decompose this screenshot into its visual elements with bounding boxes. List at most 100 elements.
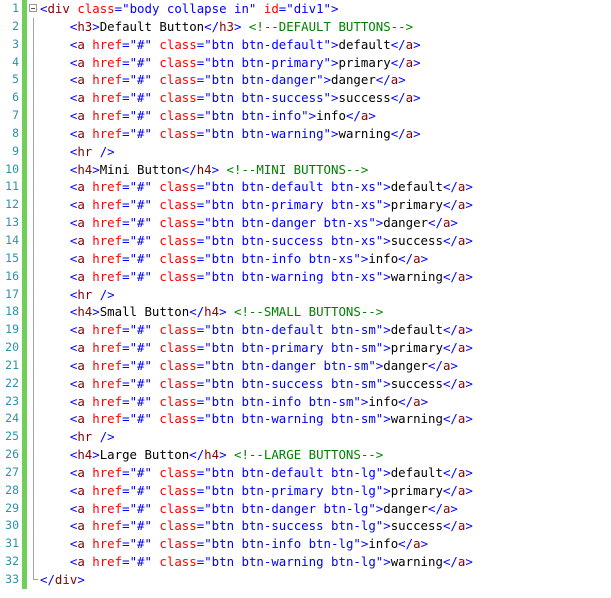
code-line[interactable]: 2 <h3>Default Button</h3> <!--DEFAULT BU… [0,17,611,36]
code-line[interactable]: 33 </div> [0,571,611,589]
code-line[interactable]: 23 <a href="#" class="btn btn-info btn-s… [0,392,611,411]
change-indicator-bar [22,178,27,197]
fold-guide [33,339,34,357]
token-tag: a [405,125,414,141]
code-line[interactable]: 4 <a href="#" class="btn btn-primary">pr… [0,53,611,72]
code-line[interactable]: 9 <hr /> [0,142,611,161]
code-line[interactable]: 30 <a href="#" class="btn btn-success bt… [0,517,611,536]
change-indicator-bar [22,196,27,215]
fold-guide-end [33,571,38,580]
code-line[interactable]: 24 <a href="#" class="btn btn-warning bt… [0,410,611,429]
token-txt: primary [390,197,443,213]
token-tag: a [405,36,414,52]
line-number: 22 [5,375,19,390]
token-txt: default [338,36,391,52]
code-line[interactable]: 22 <a href="#" class="btn btn-success bt… [0,374,611,393]
token-val: "btn btn-success" [204,90,332,106]
token-txt: primary [338,54,391,70]
token-br: > [331,1,339,16]
token-attr: class [159,125,197,141]
token-val: "#" [129,72,152,88]
token-attr: href [92,375,123,391]
code-line[interactable]: 7 <a href="#" class="btn btn-info">info<… [0,107,611,125]
code-editor[interactable]: 1 <div class="body collapse in" id="div1"… [0,0,611,598]
code-line[interactable]: 26 <h4>Large Button</h4> <!--LARGE BUTTO… [0,446,611,464]
line-number: 12 [5,197,19,212]
token-attr: href [92,322,123,338]
token-br: > [383,518,391,534]
code-text: <a href="#" class="btn btn-success btn-x… [40,232,473,250]
code-line[interactable]: 20 <a href="#" class="btn btn-primary bt… [0,339,611,357]
code-line[interactable]: 32 <a href="#" class="btn btn-warning bt… [0,553,611,571]
fold-guide [33,463,34,482]
code-line[interactable]: 15 <a href="#" class="btn btn-info btn-x… [0,249,611,268]
code-line[interactable]: 28 <a href="#" class="btn btn-primary bt… [0,481,611,500]
token-val: "btn btn-success btn-sm" [204,375,384,391]
token-attr: class [159,393,197,409]
token-txt: Large Button [99,447,190,463]
token-br: > [465,482,473,498]
code-line[interactable]: 21 <a href="#" class="btn btn-danger btn… [0,356,611,375]
line-number: 17 [5,286,19,301]
token-val: "#" [129,90,152,106]
token-br: > [465,464,473,480]
token-br: > [450,500,458,516]
token-br: </ [204,18,220,34]
token-attr: href [92,36,123,52]
code-line[interactable]: 10 <h4>Mini Button</h4> <!--MINI BUTTONS… [0,160,611,179]
code-line[interactable]: 17 <hr /> [0,285,611,304]
token-br: > [420,393,429,409]
code-line[interactable]: 31 <a href="#" class="btn btn-info btn-l… [0,535,611,554]
token-txt: success [390,375,443,391]
collapse-icon[interactable] [29,4,37,12]
code-line[interactable]: 19 <a href="#" class="btn btn-default bt… [0,321,611,340]
code-line[interactable]: 25 <hr /> [0,428,611,447]
token-br: </ [398,536,414,552]
code-line[interactable]: 29 <a href="#" class="btn btn-danger btn… [0,499,611,518]
token-val: "btn btn-warning btn-lg" [204,554,384,570]
token-br: </ [428,215,443,231]
code-line[interactable]: 14 <a href="#" class="btn btn-success bt… [0,231,611,250]
line-number: 4 [12,54,19,69]
change-indicator-bar [22,35,27,54]
token-br: </ [390,90,406,106]
token-com: <!--DEFAULT BUTTONS--> [248,18,414,34]
code-text: <a href="#" class="btn btn-danger btn-sm… [40,357,458,375]
token-val: "#" [129,197,152,213]
code-line[interactable]: 6 <a href="#" class="btn btn-success">su… [0,89,611,108]
token-br: > [465,375,473,391]
fold-guide [33,17,34,36]
token-attr: class [159,215,197,231]
token-eq: = [122,357,130,373]
code-line[interactable]: 13 <a href="#" class="btn btn-danger btn… [0,214,611,232]
token-br: > [383,268,391,284]
code-line[interactable]: 16 <a href="#" class="btn btn-warning bt… [0,267,611,286]
change-indicator-bar [22,499,27,518]
token-txt: Mini Button [99,161,182,177]
token-val: "#" [129,215,152,231]
token-attr: href [92,108,123,124]
code-line[interactable]: 27 <a href="#" class="btn btn-default bt… [0,463,611,482]
code-line[interactable]: 1 <div class="body collapse in" id="div1"… [0,0,611,18]
code-line[interactable]: 12 <a href="#" class="btn btn-primary bt… [0,196,611,215]
token-txt: danger [383,500,429,516]
token-tag: a [77,268,85,284]
token-tag: h3 [219,18,234,34]
change-indicator-bar [22,392,27,411]
token-eq: = [122,554,130,570]
change-indicator-bar [22,517,27,536]
code-line[interactable]: 3 <a href="#" class="btn btn-default">de… [0,35,611,54]
token-attr: class [159,500,197,516]
token-br: > [413,36,421,52]
code-line[interactable]: 5 <a href="#" class="btn btn-danger">dan… [0,71,611,90]
token-txt: Small Button [99,304,190,320]
token-br: </ [390,36,406,52]
code-line[interactable]: 11 <a href="#" class="btn btn-default bt… [0,178,611,197]
code-line[interactable]: 8 <a href="#" class="btn btn-warning">wa… [0,124,611,143]
code-line[interactable]: 18 <h4>Small Button</h4> <!--SMALL BUTTO… [0,303,611,322]
token-br: > [331,125,339,141]
token-eq: = [122,340,130,356]
